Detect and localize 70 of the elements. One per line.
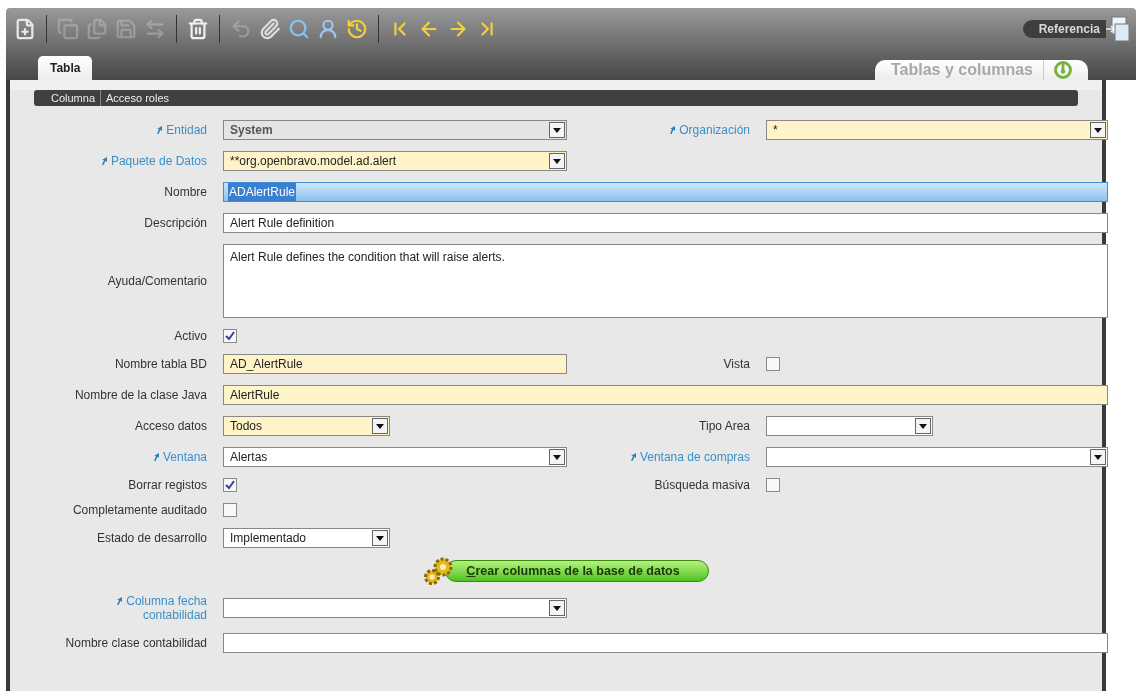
link-arrow-icon xyxy=(116,597,124,605)
logo-icon xyxy=(1054,61,1072,79)
caret-icon xyxy=(376,423,384,429)
caret-icon xyxy=(553,605,561,611)
link-arrow-icon xyxy=(100,157,108,165)
field-label: Organización xyxy=(669,123,750,137)
field-label: Paquete de Datos xyxy=(100,154,207,168)
field-label: Ventana de compras xyxy=(629,450,750,464)
select-field[interactable]: Implementado xyxy=(223,528,390,548)
caret-icon xyxy=(1094,127,1102,133)
caret-icon xyxy=(553,454,561,460)
caret-icon xyxy=(919,423,927,429)
checkbox[interactable] xyxy=(223,478,237,492)
select-field[interactable] xyxy=(766,416,933,436)
caret-icon xyxy=(1094,454,1102,460)
document-icon xyxy=(1106,16,1130,42)
field-label: Nombre xyxy=(164,185,207,199)
select-field[interactable] xyxy=(223,598,567,618)
reference-button[interactable]: Referencia xyxy=(1022,20,1106,38)
select-field[interactable]: * xyxy=(766,120,1108,140)
text-field[interactable]: AlertRule xyxy=(223,385,1108,405)
select-field[interactable]: **org.openbravo.model.ad.alert xyxy=(223,151,567,171)
field-label: Acceso datos xyxy=(134,419,207,433)
caret-icon xyxy=(553,127,561,133)
checkbox[interactable] xyxy=(223,503,237,517)
text-field[interactable] xyxy=(223,633,1108,653)
select-field[interactable] xyxy=(766,447,1108,467)
field-label: Vista xyxy=(723,357,750,371)
select-field[interactable]: Todos xyxy=(223,416,390,436)
dropdown-button[interactable] xyxy=(549,153,565,169)
text-field[interactable]: AD_AlertRule xyxy=(223,354,567,374)
dropdown-button[interactable] xyxy=(549,449,565,465)
dropdown-button[interactable] xyxy=(372,530,388,546)
caret-icon xyxy=(376,535,384,541)
tab[interactable]: Tabla xyxy=(38,56,93,80)
field-label: Completamente auditado xyxy=(72,503,207,517)
dropdown-button[interactable] xyxy=(915,418,931,434)
field-label: Columna fecha contabilidad xyxy=(57,594,207,622)
window-title: Tablas y columnas xyxy=(891,60,1033,80)
field-label: Ayuda/Comentario xyxy=(107,274,207,288)
field-label: Nombre de la clase Java xyxy=(74,388,207,402)
caret-icon xyxy=(553,158,561,164)
link-arrow-icon xyxy=(629,453,637,461)
text-field[interactable]: ADAlertRule xyxy=(223,182,1108,202)
field-label: Tipo Area xyxy=(699,419,750,433)
field-label: Nombre tabla BD xyxy=(114,357,207,371)
checkbox[interactable] xyxy=(766,357,780,371)
field-label: Activo xyxy=(174,329,207,343)
subtab-link[interactable]: Columna xyxy=(46,89,101,107)
select-field[interactable]: Alertas xyxy=(223,447,567,467)
dropdown-button[interactable] xyxy=(1090,122,1106,138)
field-label: Borrar registos xyxy=(128,478,207,492)
field-label: Nombre clase contabilidad xyxy=(65,636,207,650)
dropdown-button[interactable] xyxy=(1090,449,1106,465)
link-arrow-icon xyxy=(156,126,164,134)
checkbox[interactable] xyxy=(766,478,780,492)
link-arrow-icon xyxy=(152,453,160,461)
field-label: Estado de desarrollo xyxy=(96,531,207,545)
field-label: Descripción xyxy=(144,216,207,230)
field-label: Entidad xyxy=(156,123,207,137)
checkbox[interactable] xyxy=(223,329,237,343)
field-label: Ventana xyxy=(152,450,207,464)
text-field[interactable]: Alert Rule definition xyxy=(223,213,1108,233)
dropdown-button[interactable] xyxy=(372,418,388,434)
link-arrow-icon xyxy=(669,126,677,134)
field-label: Búsqueda masiva xyxy=(654,478,750,492)
create-columns-button[interactable]: Crear columnas de la base de datos xyxy=(445,560,709,582)
dropdown-button[interactable] xyxy=(549,600,565,616)
textarea-field[interactable]: Alert Rule defines the condition that will raise alerts. xyxy=(223,244,1108,318)
subtab-link[interactable]: Acceso roles xyxy=(100,89,174,107)
